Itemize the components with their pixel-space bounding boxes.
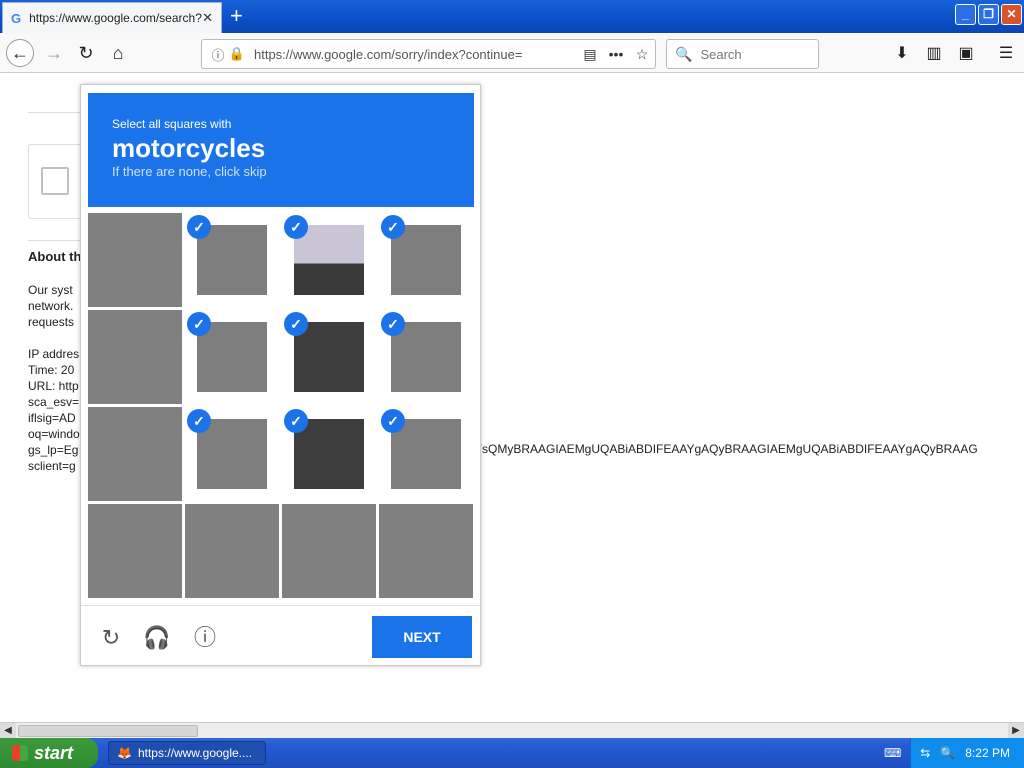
info-icon[interactable]: ⓘ <box>191 624 219 652</box>
scroll-right-icon[interactable]: ▶ <box>1008 723 1024 739</box>
tile-image <box>197 419 267 489</box>
tile-image <box>391 322 461 392</box>
sidebar-icon[interactable]: ▣ <box>952 39 980 67</box>
target-object: motorcycles <box>112 133 266 163</box>
reload-icon[interactable]: ↻ <box>72 39 100 67</box>
recaptcha-challenge: Select all squares with motorcycles If t… <box>80 84 481 666</box>
recaptcha-checkbox[interactable] <box>41 167 69 195</box>
tile-image <box>391 419 461 489</box>
grid-tile[interactable]: ✓ <box>282 213 376 307</box>
grid-tile[interactable]: ✓ <box>282 407 376 501</box>
horizontal-scrollbar[interactable]: ◀ ▶ <box>0 722 1024 739</box>
bookmark-star-icon[interactable]: ☆ <box>629 46 655 63</box>
checkmark-icon: ✓ <box>284 409 308 433</box>
browser-tab[interactable]: G https://www.google.com/search?q ✕ <box>2 2 222 33</box>
grid-tile[interactable] <box>88 213 182 307</box>
checkmark-icon: ✓ <box>187 409 211 433</box>
restore-button[interactable]: ❐ <box>978 4 999 25</box>
taskbar: start 🦊 https://www.google.... ⌨ ⇆ 🔍 8:2… <box>0 738 1024 768</box>
lock-icon: 🔒 <box>228 46 246 61</box>
url-text[interactable]: https://www.google.com/sorry/index?conti… <box>254 47 577 62</box>
system-tray: ⇆ 🔍 8:22 PM <box>910 738 1024 768</box>
tile-image <box>294 419 364 489</box>
downloads-icon[interactable]: ⬇ <box>888 39 916 67</box>
taskbar-item-browser[interactable]: 🦊 https://www.google.... <box>108 741 266 765</box>
checkmark-icon: ✓ <box>284 312 308 336</box>
recaptcha-widget <box>28 144 88 219</box>
grid-tile[interactable] <box>185 504 279 598</box>
image-grid: ✓ ✓ ✓ ✓ ✓ ✓ ✓ ✓ ✓ <box>88 213 474 599</box>
hint-text: If there are none, click skip <box>112 164 267 179</box>
search-input[interactable]: 🔍 Search <box>666 39 819 69</box>
start-label: start <box>34 742 74 763</box>
grid-tile[interactable]: ✓ <box>282 310 376 404</box>
grid-tile[interactable]: ✓ <box>185 213 279 307</box>
start-button[interactable]: start <box>0 738 98 768</box>
page-actions-icon[interactable]: ••• <box>603 46 629 62</box>
reload-challenge-icon[interactable]: ↻ <box>97 624 125 652</box>
close-window-button[interactable]: ✕ <box>1001 4 1022 25</box>
grid-tile[interactable]: ✓ <box>185 407 279 501</box>
scroll-thumb[interactable] <box>18 725 198 737</box>
navigation-toolbar: ← → ↻ ⌂ ⓘ 🔒 https://www.google.com/sorry… <box>0 33 1024 73</box>
taskbar-item-label: https://www.google.... <box>137 746 253 760</box>
tile-image <box>294 322 364 392</box>
grid-tile[interactable]: ✓ <box>379 407 473 501</box>
search-placeholder: Search <box>700 46 742 62</box>
site-info-icon[interactable]: ⓘ <box>208 45 228 64</box>
about-text: Our syst network. requests IP addres Tim… <box>28 283 80 473</box>
tile-image <box>197 225 267 295</box>
network-icon[interactable]: ⇆ <box>920 746 930 760</box>
search-icon: 🔍 <box>675 45 693 62</box>
forward-icon[interactable]: → <box>40 39 68 67</box>
divider <box>28 240 88 241</box>
new-tab-icon[interactable]: + <box>230 4 243 28</box>
checkmark-icon: ✓ <box>187 312 211 336</box>
headphones-icon[interactable]: 🎧 <box>143 624 171 652</box>
google-favicon: G <box>11 10 22 26</box>
grid-tile[interactable] <box>88 504 182 598</box>
minimize-button[interactable]: _ <box>955 4 976 25</box>
tile-image <box>294 225 364 295</box>
browser-icon: 🦊 <box>117 746 132 760</box>
reader-view-icon[interactable]: ▤ <box>577 46 603 63</box>
grid-tile[interactable] <box>282 504 376 598</box>
next-button[interactable]: NEXT <box>372 616 472 658</box>
search-tray-icon[interactable]: 🔍 <box>940 746 955 760</box>
challenge-header: Select all squares with motorcycles If t… <box>88 93 474 207</box>
checkmark-icon: ✓ <box>381 215 405 239</box>
scroll-left-icon[interactable]: ◀ <box>0 723 16 739</box>
title-bar: G https://www.google.com/search?q ✕ + _ … <box>0 0 1024 33</box>
checkmark-icon: ✓ <box>284 215 308 239</box>
home-icon[interactable]: ⌂ <box>104 39 132 67</box>
checkmark-icon: ✓ <box>381 409 405 433</box>
checkmark-icon: ✓ <box>187 215 211 239</box>
instruction-text: Select all squares with <box>112 117 232 131</box>
grid-tile[interactable] <box>379 504 473 598</box>
divider <box>28 112 88 113</box>
tab-title: https://www.google.com/search?q <box>29 11 203 25</box>
tile-image <box>391 225 461 295</box>
about-heading: About th <box>28 249 82 264</box>
checkmark-icon: ✓ <box>381 312 405 336</box>
tile-image <box>197 322 267 392</box>
grid-tile[interactable]: ✓ <box>379 310 473 404</box>
windows-flag-icon <box>12 745 28 761</box>
clock: 8:22 PM <box>965 746 1010 760</box>
url-bar[interactable]: ⓘ 🔒 https://www.google.com/sorry/index?c… <box>201 39 656 69</box>
grid-tile[interactable] <box>88 407 182 501</box>
grid-tile[interactable]: ✓ <box>185 310 279 404</box>
grid-tile[interactable] <box>88 310 182 404</box>
challenge-footer: ↻ 🎧 ⓘ NEXT <box>81 605 480 665</box>
close-tab-icon[interactable]: ✕ <box>202 10 213 26</box>
keyboard-icon[interactable]: ⌨ <box>884 746 901 760</box>
library-icon[interactable]: ▥ <box>920 39 948 67</box>
gs-lp-text: YsQMyBRAAGIAEMgUQABiABDIFEAAYgAQyBRAAGIA… <box>474 442 978 456</box>
back-icon[interactable]: ← <box>6 39 34 67</box>
grid-tile[interactable]: ✓ <box>379 213 473 307</box>
menu-icon[interactable]: ☰ <box>992 39 1020 67</box>
